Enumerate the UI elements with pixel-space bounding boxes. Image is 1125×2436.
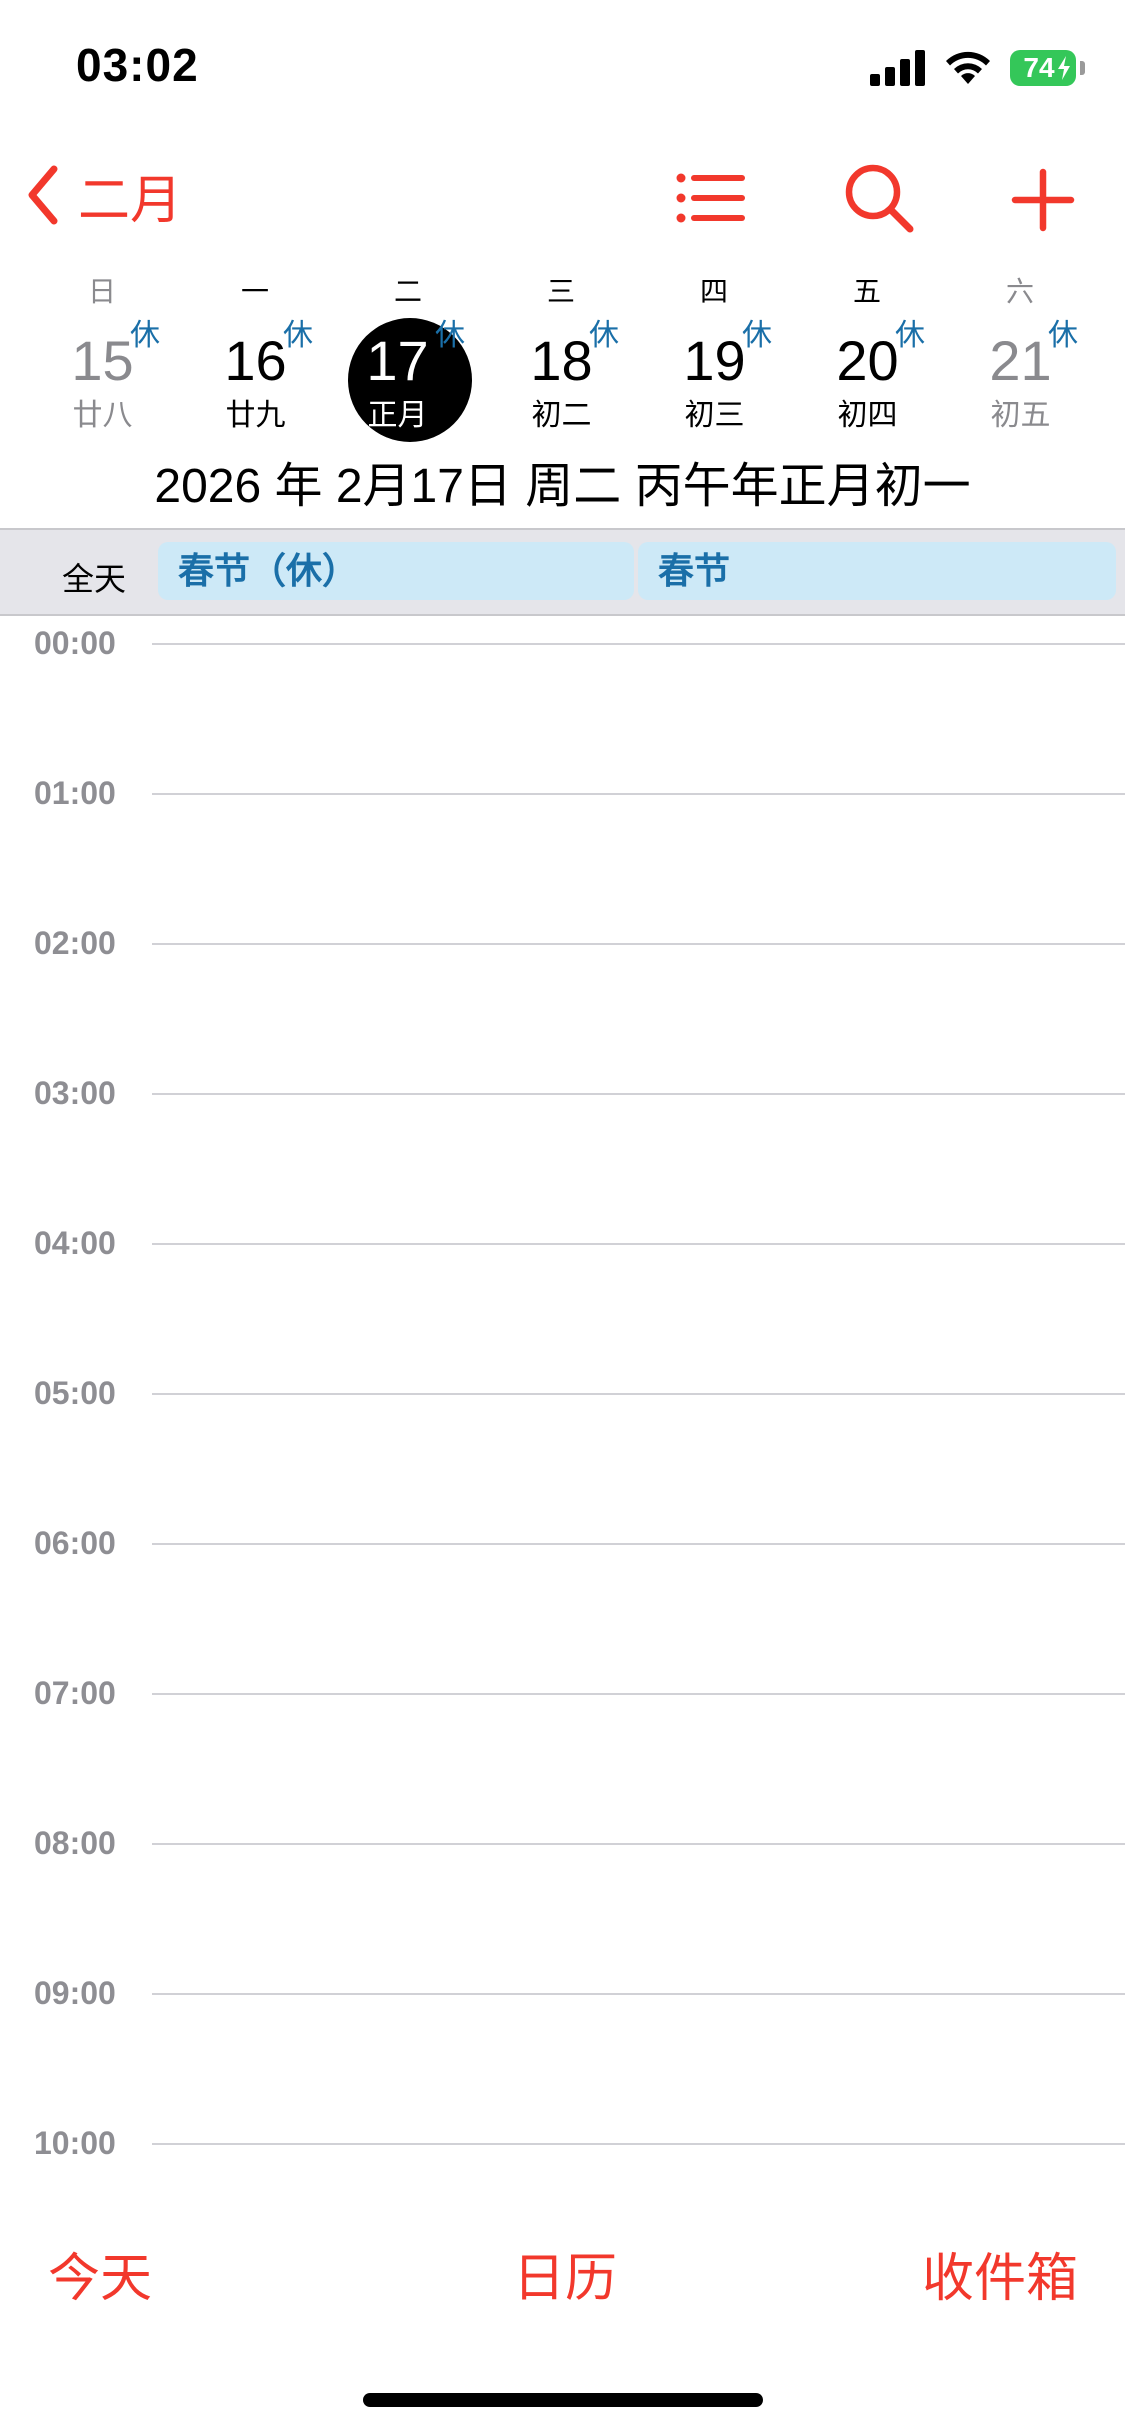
day-number: 20 xyxy=(836,329,899,392)
event-title: 春节 xyxy=(658,550,731,591)
weekday-sun: 日 xyxy=(87,276,116,307)
day-number: 15 xyxy=(71,329,134,392)
hour-row[interactable]: 07:00 xyxy=(0,1675,1125,1711)
hour-row[interactable]: 05:00 xyxy=(0,1375,1125,1411)
day-cell-19[interactable]: 休 19 初三 xyxy=(638,310,791,450)
hour-row[interactable]: 00:00 xyxy=(0,625,1125,661)
list-icon xyxy=(676,173,745,223)
lunar-date: 初五 xyxy=(990,399,1051,432)
all-day-event[interactable]: 春节 xyxy=(638,542,1116,600)
hour-label: 07:00 xyxy=(34,1675,116,1711)
all-day-section: 全天 春节（休） 春节 xyxy=(0,528,1125,616)
hour-label: 06:00 xyxy=(34,1525,116,1561)
hour-label: 03:00 xyxy=(34,1075,116,1111)
hour-divider xyxy=(152,1243,1125,1245)
status-icons: 74 xyxy=(870,46,1085,90)
back-to-month-button[interactable]: 二月 xyxy=(26,160,182,230)
weekday-mon: 一 xyxy=(240,276,269,307)
day-number: 18 xyxy=(530,329,593,392)
hour-divider xyxy=(152,1093,1125,1095)
cellular-signal-icon xyxy=(870,50,925,86)
hour-row[interactable]: 04:00 xyxy=(0,1225,1125,1261)
weekday-fri: 五 xyxy=(852,276,881,307)
lunar-date: 廿九 xyxy=(225,399,286,432)
status-time: 03:02 xyxy=(76,39,199,91)
weekday-sat: 六 xyxy=(1005,276,1034,307)
hour-divider xyxy=(152,1543,1125,1545)
hour-divider xyxy=(152,643,1125,645)
list-view-button[interactable] xyxy=(670,160,750,240)
weekday-thu: 四 xyxy=(699,276,728,307)
battery-cap xyxy=(1080,61,1085,75)
hour-label: 09:00 xyxy=(34,1975,116,2011)
hour-divider xyxy=(152,1693,1125,1695)
selected-date-title: 2026 年 2月17日 周二 丙午年正月初一 xyxy=(154,460,971,513)
plus-icon xyxy=(1011,168,1075,232)
hour-label: 02:00 xyxy=(34,925,116,961)
battery-indicator: 74 xyxy=(1010,50,1076,86)
day-cell-20[interactable]: 休 20 初四 xyxy=(791,310,944,450)
hour-divider xyxy=(152,1993,1125,1995)
hour-divider xyxy=(152,2143,1125,2145)
event-title: 春节（休） xyxy=(178,550,359,591)
calendars-button[interactable]: 日历 xyxy=(513,2236,617,2311)
day-cell-16[interactable]: 休 16 廿九 xyxy=(179,310,332,450)
day-number: 16 xyxy=(224,329,287,392)
battery-level: 74 xyxy=(1023,52,1055,83)
lunar-date: 初二 xyxy=(531,399,592,432)
lunar-date: 廿八 xyxy=(72,399,133,432)
hour-row[interactable]: 03:00 xyxy=(0,1075,1125,1111)
hour-label: 04:00 xyxy=(34,1225,116,1261)
hour-row[interactable]: 10:00 xyxy=(0,2125,1125,2161)
hour-label: 08:00 xyxy=(34,1825,116,1861)
charging-bolt-icon xyxy=(1058,56,1070,80)
hour-label: 10:00 xyxy=(34,2125,116,2161)
hour-label: 00:00 xyxy=(34,625,116,661)
hour-divider xyxy=(152,943,1125,945)
day-number: 21 xyxy=(989,329,1052,392)
hour-divider xyxy=(152,793,1125,795)
wifi-icon xyxy=(946,51,990,84)
home-indicator[interactable] xyxy=(363,2393,763,2407)
all-day-event[interactable]: 春节（休） xyxy=(158,542,634,600)
lunar-date: 初四 xyxy=(837,399,898,432)
hour-divider xyxy=(152,1843,1125,1845)
search-button[interactable] xyxy=(840,160,920,240)
day-number: 17 xyxy=(366,329,429,392)
hour-row[interactable]: 06:00 xyxy=(0,1525,1125,1561)
hour-label: 05:00 xyxy=(34,1375,116,1411)
search-icon xyxy=(845,164,914,233)
day-cell-15[interactable]: 休 15 廿八 xyxy=(26,310,179,450)
day-cell-17-selected[interactable]: 休 17 正月 xyxy=(311,310,472,450)
hour-row[interactable]: 01:00 xyxy=(0,775,1125,811)
add-event-button[interactable] xyxy=(1003,160,1083,240)
all-day-label: 全天 xyxy=(62,561,127,597)
day-cell-18[interactable]: 休 18 初二 xyxy=(485,310,638,450)
weekday-wed: 三 xyxy=(546,276,575,307)
day-cell-21[interactable]: 休 21 初五 xyxy=(944,310,1097,450)
today-button[interactable]: 今天 xyxy=(48,2236,152,2311)
lunar-date: 初三 xyxy=(684,399,745,432)
chevron-left-icon xyxy=(28,165,58,225)
hour-row[interactable]: 09:00 xyxy=(0,1975,1125,2011)
lunar-date: 正月 xyxy=(367,399,428,432)
calendar-day-screen: 03:02 74 二月 日 一 二 三 四 五 六 休 15 廿八 休 16 廿… xyxy=(0,0,1125,2436)
hour-label: 01:00 xyxy=(34,775,116,811)
hour-row[interactable]: 02:00 xyxy=(0,925,1125,961)
inbox-button[interactable]: 收件箱 xyxy=(922,2236,1078,2311)
day-number: 19 xyxy=(683,329,746,392)
weekday-tue: 二 xyxy=(393,276,422,307)
back-label: 二月 xyxy=(78,171,183,230)
hour-divider xyxy=(152,1393,1125,1395)
hour-row[interactable]: 08:00 xyxy=(0,1825,1125,1861)
